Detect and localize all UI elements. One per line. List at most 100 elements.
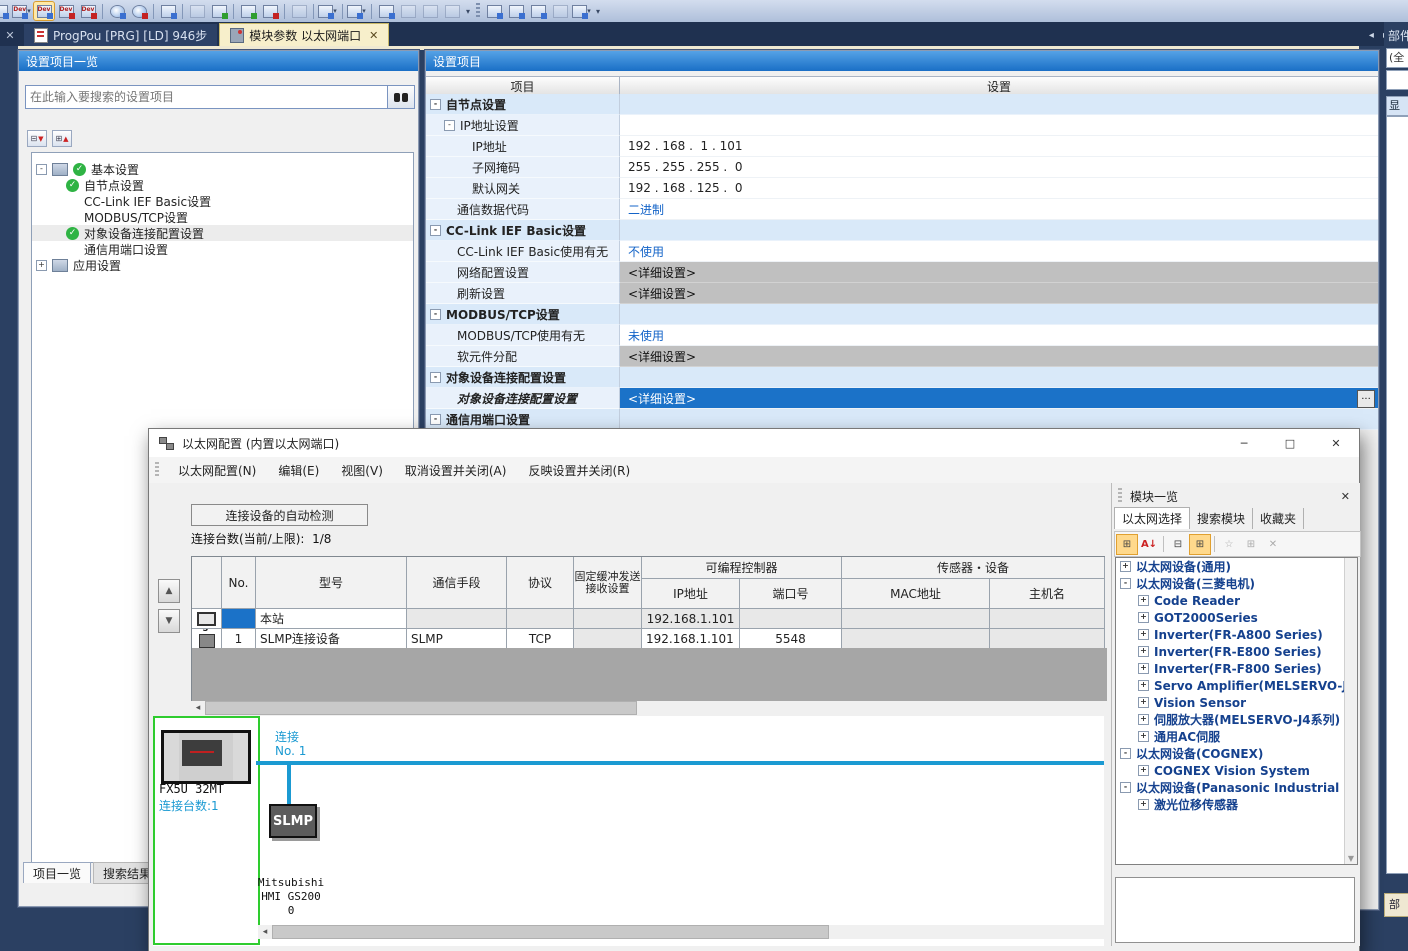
graphic-hscrollbar[interactable]: ◂: [258, 925, 1104, 939]
device-test-icon[interactable]: ▾: [347, 2, 367, 20]
settings-row[interactable]: -MODBUS/TCP设置: [426, 304, 1378, 325]
search-button[interactable]: [387, 85, 415, 109]
settings-row[interactable]: MODBUS/TCP使用有无未使用: [426, 325, 1378, 346]
detail-settings-button[interactable]: ...: [1357, 390, 1375, 408]
tab-favorites[interactable]: 收藏夹: [1253, 508, 1304, 529]
model-cell[interactable]: SLMP连接设备: [256, 629, 407, 649]
parameter-edit-icon[interactable]: [187, 2, 207, 20]
tab-item-list[interactable]: 项目一览: [23, 862, 91, 883]
toolbar-overflow-icon[interactable]: ▾: [466, 7, 470, 16]
ip-cell[interactable]: 192.168.1.101: [642, 629, 740, 649]
port-cell[interactable]: 5548: [740, 629, 842, 649]
settings-row[interactable]: -自节点设置: [426, 94, 1378, 115]
favorite-delete-icon[interactable]: ✕: [1263, 535, 1283, 554]
module-tree-item[interactable]: -以太网设备(三菱电机): [1116, 575, 1357, 592]
plc-selection-panel[interactable]: FX5U 32MT 连接台数:1: [153, 716, 260, 945]
scrollbar-thumb[interactable]: [272, 925, 829, 939]
tree-item-basic-settings[interactable]: - ✓ 基本设置: [32, 161, 413, 177]
module-tree-item[interactable]: +通用AC伺服: [1116, 728, 1357, 745]
module-tree-item[interactable]: +COGNEX Vision System: [1116, 762, 1357, 779]
module-tree-item[interactable]: +Inverter(FR-E800 Series): [1116, 643, 1357, 660]
expand-all-icon[interactable]: ⊞▲: [52, 130, 72, 147]
menu-cancel-close[interactable]: 取消设置并关闭(A): [394, 462, 518, 479]
row-no-cell-selected[interactable]: [222, 609, 256, 629]
expand-icon[interactable]: +: [1138, 799, 1149, 810]
expand-icon[interactable]: +: [1138, 765, 1149, 776]
watch-start-icon[interactable]: [107, 2, 127, 20]
collapse-icon[interactable]: -: [430, 414, 441, 425]
table-hscrollbar[interactable]: ◂: [191, 701, 1104, 715]
collapse-icon[interactable]: -: [430, 99, 441, 110]
toolbar-overflow2-icon[interactable]: ▾: [596, 7, 600, 16]
close-button[interactable]: ✕: [1313, 429, 1359, 457]
menu-ethernet-config[interactable]: 以太网配置(N): [167, 462, 267, 479]
watch-stop-icon[interactable]: [129, 2, 149, 20]
comm-cell[interactable]: SLMP: [407, 629, 507, 649]
settings-row[interactable]: CC-Link IEF Basic使用有无不使用: [426, 241, 1378, 262]
tab-search-module[interactable]: 搜索模块: [1190, 508, 1253, 529]
module-tree-scrollbar[interactable]: ▼: [1344, 558, 1357, 864]
collapse-icon[interactable]: -: [430, 225, 441, 236]
expand-icon[interactable]: +: [1138, 680, 1149, 691]
cut-icon[interactable]: [289, 2, 309, 20]
module-tree-item[interactable]: +伺服放大器(MELSERVO-J4系列): [1116, 711, 1357, 728]
collapse-icon[interactable]: -: [1120, 748, 1131, 759]
collapse-icon[interactable]: -: [430, 309, 441, 320]
tab-scroll-left-icon[interactable]: ◂: [1369, 30, 1374, 41]
menu-edit[interactable]: 编辑(E): [267, 462, 330, 479]
menubar-grip[interactable]: [155, 462, 159, 478]
tree-item-application-settings[interactable]: + 应用设置: [32, 257, 413, 273]
module-tree-item[interactable]: +Servo Amplifier(MELSERVO-JE S: [1116, 677, 1357, 694]
expand-icon[interactable]: +: [1138, 646, 1149, 657]
expand-icon[interactable]: +: [1138, 663, 1149, 674]
menu-view[interactable]: 视图(V): [330, 462, 394, 479]
expand-icon[interactable]: +: [1120, 561, 1131, 572]
expand-icon[interactable]: +: [1138, 697, 1149, 708]
window-list-icon[interactable]: [442, 2, 462, 20]
host-station-icon[interactable]: [192, 609, 222, 629]
module-tree-item[interactable]: +Inverter(FR-F800 Series): [1116, 660, 1357, 677]
az-sort-icon[interactable]: A↓: [1139, 535, 1159, 554]
settings-row[interactable]: -通信用端口设置: [426, 409, 1378, 430]
scrollbar-thumb[interactable]: [205, 701, 637, 715]
expand-icon[interactable]: +: [36, 260, 47, 271]
module-tree-item[interactable]: +GOT2000Series: [1116, 609, 1357, 626]
tree-item-cclink[interactable]: CC-Link IEF Basic设置: [32, 193, 413, 209]
tab-close-icon[interactable]: ✕: [369, 29, 378, 42]
settings-row[interactable]: 子网掩码255 . 255 . 255 . 0: [426, 157, 1378, 178]
model-cell[interactable]: 本站: [256, 609, 407, 629]
collapse-tree-icon[interactable]: ⊟: [1168, 535, 1188, 554]
statement-icon[interactable]: [484, 2, 504, 20]
slmp-device-icon[interactable]: [192, 629, 222, 649]
collapse-icon[interactable]: -: [430, 372, 441, 383]
settings-row[interactable]: IP地址192 . 168 . 1 . 101: [426, 136, 1378, 157]
slmp-node[interactable]: SLMP: [269, 804, 317, 838]
expand-icon[interactable]: +: [1138, 595, 1149, 606]
window-cascade-icon[interactable]: [398, 2, 418, 20]
library-stack-icon[interactable]: ▾: [572, 2, 592, 20]
minimize-button[interactable]: ─: [1221, 429, 1267, 457]
settings-row[interactable]: 刷新设置<详细设置>: [426, 283, 1378, 304]
menu-apply-close[interactable]: 反映设置并关闭(R): [517, 462, 641, 479]
dock-close-icon[interactable]: ✕: [2, 29, 18, 42]
settings-row[interactable]: 网络配置设置<详细设置>: [426, 262, 1378, 283]
module-tree-item[interactable]: +Vision Sensor: [1116, 694, 1357, 711]
collapse-icon[interactable]: -: [1120, 578, 1131, 589]
monitor-eye-icon[interactable]: ▾: [318, 2, 338, 20]
module-tree-item[interactable]: -以太网设备(Panasonic Industrial De: [1116, 779, 1357, 796]
collapse-all-icon[interactable]: ⊟▼: [27, 130, 47, 147]
move-down-button[interactable]: ▼: [158, 609, 180, 633]
settings-row[interactable]: -CC-Link IEF Basic设置: [426, 220, 1378, 241]
module-tree-item[interactable]: +Code Reader: [1116, 592, 1357, 609]
device-register-dev-icon[interactable]: [78, 2, 98, 20]
protocol-cell[interactable]: TCP: [507, 629, 574, 649]
tab-module-parameter[interactable]: 模块参数 以太网端口 ✕: [219, 23, 389, 46]
collapse-icon[interactable]: -: [444, 120, 455, 131]
device-find-dev-icon[interactable]: ▾: [12, 2, 32, 20]
user-library-icon[interactable]: [550, 2, 570, 20]
setting-search-input[interactable]: [25, 85, 391, 109]
module-tree-item[interactable]: +Inverter(FR-A800 Series): [1116, 626, 1357, 643]
dialog-titlebar[interactable]: 以太网配置 (内置以太网端口) ─ □ ✕: [149, 429, 1359, 457]
settings-row[interactable]: 默认网关192 . 168 . 125 . 0: [426, 178, 1378, 199]
tab-progpou[interactable]: ProgPou [PRG] [LD] 946步: [24, 24, 217, 46]
